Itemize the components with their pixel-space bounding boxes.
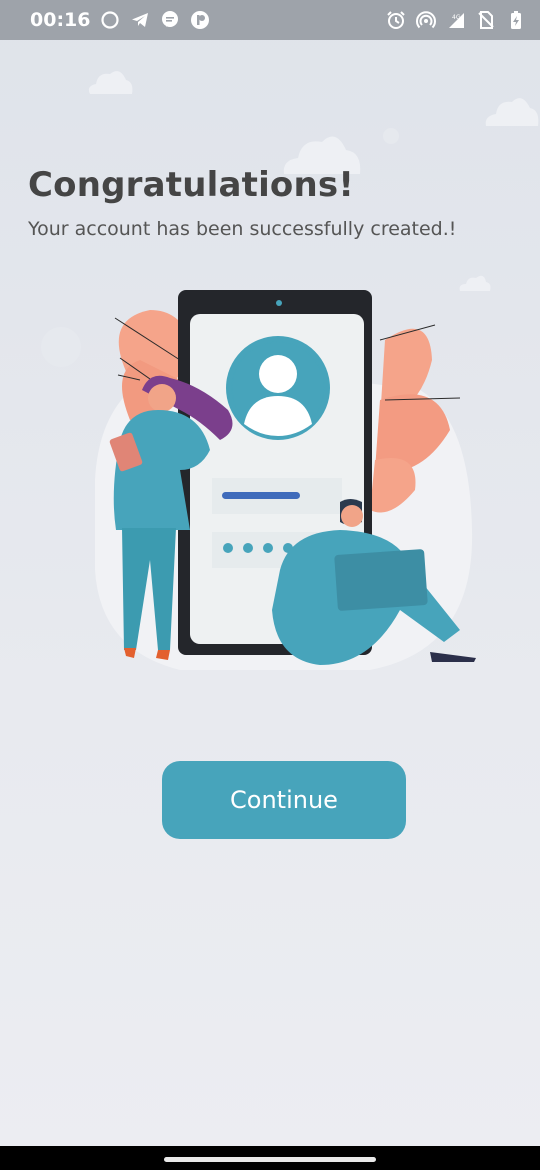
status-bar: 00:16 4G (0, 0, 540, 40)
message-icon (160, 10, 180, 30)
signal-4g-icon: 4G (446, 10, 466, 30)
page-title: Congratulations! (28, 165, 355, 205)
circle-icon (100, 10, 120, 30)
status-time: 00:16 (30, 9, 91, 31)
no-sim-icon (476, 10, 496, 30)
bubble-decoration (383, 128, 399, 144)
cloud-decoration (485, 98, 539, 126)
alarm-icon (386, 10, 406, 30)
page-subtitle: Your account has been successfully creat… (28, 218, 457, 240)
hotspot-icon (416, 10, 436, 30)
notification-app-icon (190, 10, 210, 30)
cloud-decoration (88, 71, 133, 94)
home-gesture-pill[interactable] (164, 1157, 376, 1162)
status-right: 4G (386, 10, 526, 30)
continue-button[interactable]: Continue (162, 761, 406, 839)
status-left: 00:16 (30, 9, 210, 31)
battery-charging-icon (506, 10, 526, 30)
account-created-illustration (40, 270, 500, 700)
telegram-icon (130, 10, 150, 30)
svg-text:4G: 4G (452, 14, 461, 21)
